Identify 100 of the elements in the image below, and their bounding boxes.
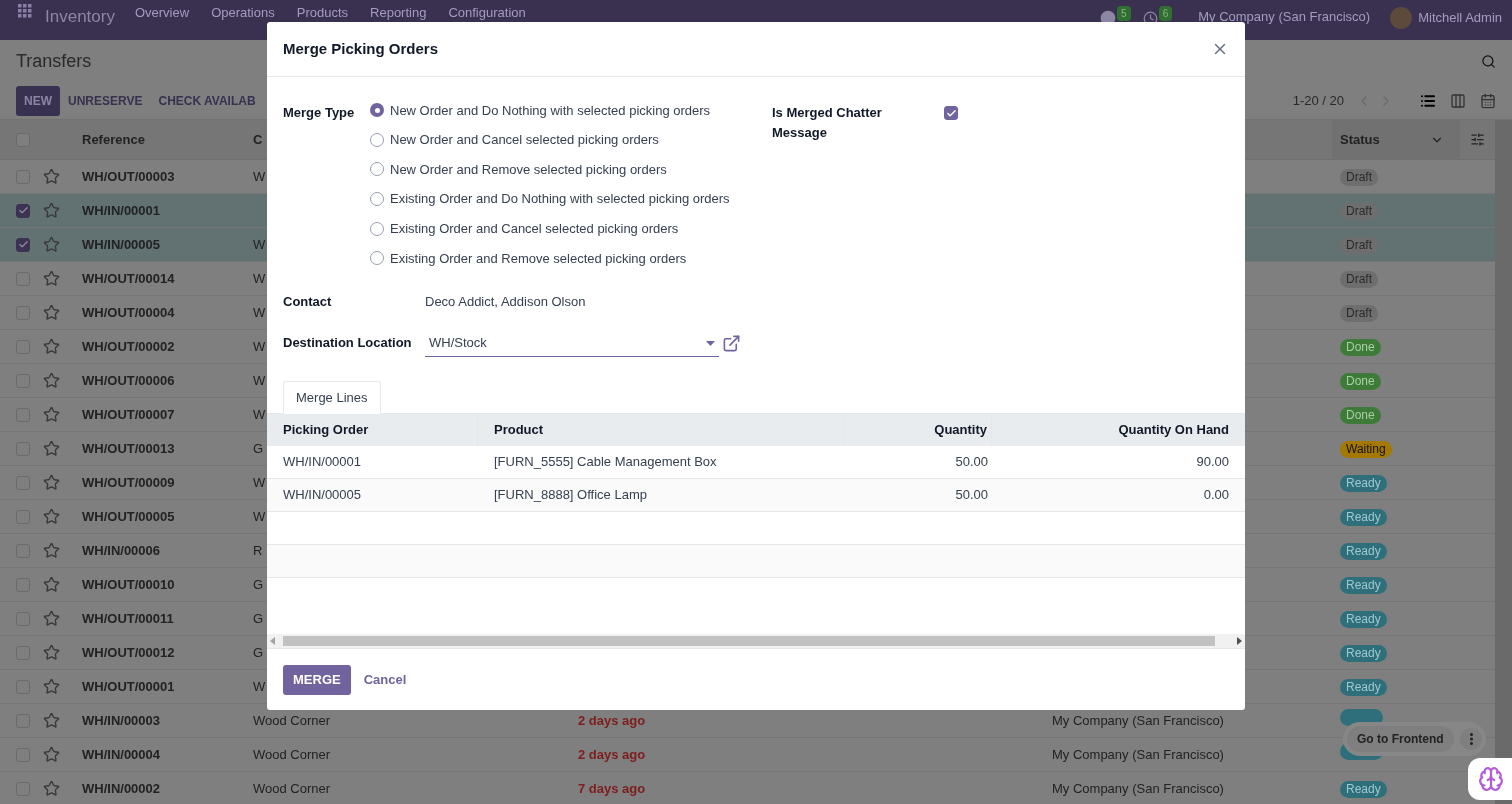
kanban-view-icon[interactable] (1450, 93, 1466, 109)
radio-label[interactable]: New Order and Remove selected picking orders (390, 159, 667, 180)
app-name[interactable]: Inventory (45, 4, 115, 30)
horizontal-scrollbar[interactable] (267, 634, 1245, 648)
table-cell: W (253, 678, 266, 694)
star-icon[interactable] (43, 644, 60, 661)
status-badge: Draft (1340, 270, 1378, 288)
star-icon[interactable] (43, 202, 60, 219)
table-cell-text: WH/OUT/00011 (81, 609, 175, 628)
table-cell: W (253, 236, 266, 252)
go-to-frontend-button[interactable]: Go to Frontend (1347, 726, 1454, 752)
table-cell: My Company (San Francisco) (1052, 780, 1224, 796)
assistant-tooltip[interactable] (1468, 758, 1512, 800)
table-cell-text: WH/OUT/00014 (81, 269, 176, 288)
pager: 1-20 / 20 (1292, 92, 1344, 111)
radio-button[interactable] (370, 103, 384, 118)
table-cell-text: WH/IN/00002 (81, 779, 162, 798)
action-button[interactable]: CHECK AVAILAB (150, 86, 264, 116)
scroll-right-icon[interactable] (1237, 637, 1242, 645)
star-icon[interactable] (43, 440, 60, 457)
field-label: Merge Type (283, 104, 356, 122)
column-header[interactable]: Reference (70, 129, 245, 150)
checkbox[interactable] (944, 106, 958, 120)
count-badge: 5 (1117, 5, 1131, 21)
table-cell-text: WH/OUT/00012 (81, 643, 176, 662)
settings-icon[interactable] (1470, 132, 1485, 147)
external-link-icon[interactable] (722, 333, 741, 353)
table-cell: G (253, 644, 264, 660)
star-icon[interactable] (43, 270, 60, 287)
search-icon[interactable] (1481, 54, 1496, 69)
star-icon[interactable] (43, 338, 60, 355)
check-icon (17, 239, 29, 250)
field-label: Destination Location (283, 334, 413, 353)
star-icon[interactable] (43, 542, 60, 559)
radio-label[interactable]: New Order and Cancel selected picking orders (390, 130, 659, 150)
table-cell-text: WH/OUT/00013 (81, 439, 176, 458)
radio-label[interactable]: Existing Order and Remove selected picking orders (390, 248, 687, 268)
checkbox[interactable] (16, 237, 30, 252)
star-icon[interactable] (43, 712, 60, 729)
scroll-left-icon[interactable] (270, 637, 275, 645)
user-name[interactable]: Mitchell Admin (1418, 8, 1502, 28)
table-cell: 2 days ago (578, 712, 646, 728)
table-cell: 0.00 (992, 479, 1245, 513)
more-button[interactable] (1460, 728, 1482, 750)
radio-label[interactable]: New Order and Do Nothing with selected picking orders (390, 100, 711, 121)
column-header[interactable]: Picking Order (267, 414, 478, 447)
column-header[interactable]: Product (478, 414, 845, 447)
status-badge: Done (1340, 338, 1381, 356)
menu-item[interactable]: Overview (134, 5, 190, 20)
star-icon[interactable] (43, 576, 60, 593)
apps-grid-icon[interactable] (18, 4, 32, 18)
column-header[interactable]: Quantity (845, 414, 992, 447)
table-cell: 7 days ago (578, 780, 646, 796)
list-view-icon[interactable] (1420, 93, 1436, 109)
status-badge: Ready (1340, 780, 1387, 798)
cancel-link[interactable]: Cancel (355, 664, 415, 695)
action-button[interactable]: NEW (16, 86, 60, 116)
table-cell: My Company (San Francisco) (1052, 712, 1224, 728)
star-icon[interactable] (43, 746, 60, 763)
radio-label[interactable]: Existing Order and Do Nothing with selected picking orders (390, 189, 730, 209)
star-icon[interactable] (43, 372, 60, 389)
scrollbar[interactable] (1495, 120, 1512, 804)
star-icon[interactable] (43, 168, 60, 185)
status-badge: Draft (1340, 304, 1378, 322)
table-cell: 50.00 (845, 479, 992, 513)
menu-item[interactable]: Products (296, 5, 349, 20)
table-cell-text: WH/OUT/00010 (81, 575, 176, 594)
star-icon[interactable] (43, 236, 60, 253)
tab[interactable]: Merge Lines (283, 381, 381, 415)
star-icon[interactable] (43, 678, 60, 695)
table-cell-text: WH/OUT/00004 (81, 303, 176, 322)
table-cell-text: WH/IN/00001 (81, 201, 162, 220)
menu-item[interactable]: Reporting (370, 5, 427, 20)
star-icon[interactable] (43, 474, 60, 491)
dropdown-caret-icon[interactable] (706, 340, 715, 346)
status-badge: Ready (1340, 474, 1387, 492)
merge-button[interactable]: MERGE (283, 664, 351, 695)
star-icon[interactable] (43, 610, 60, 627)
status-badge: Ready (1340, 644, 1387, 662)
star-icon[interactable] (43, 508, 60, 525)
star-icon[interactable] (43, 780, 60, 797)
status-badge: Ready (1340, 678, 1387, 696)
menu-item[interactable]: Configuration (448, 5, 526, 20)
field-label: Is Merged Chatter Message (772, 104, 883, 142)
status-badge: Ready (1340, 610, 1387, 628)
menu-item[interactable]: Operations (211, 5, 275, 20)
table-cell: My Company (San Francisco) (1052, 746, 1224, 762)
status-badge: Waiting (1340, 440, 1392, 458)
action-button[interactable]: UNRESERVE (60, 86, 151, 116)
table-cell: [FURN_8888] Office Lamp (478, 479, 845, 513)
column-header[interactable]: Quantity On Hand (992, 414, 1245, 447)
table-cell: W (253, 304, 266, 320)
calendar-view-icon[interactable] (1480, 93, 1496, 109)
checkbox[interactable] (16, 203, 30, 218)
star-icon[interactable] (43, 406, 60, 423)
radio-label[interactable]: Existing Order and Cancel selected picking orders (390, 218, 679, 239)
location-field[interactable]: WH/Stock (425, 329, 719, 358)
table-cell: W (253, 168, 266, 184)
star-icon[interactable] (43, 304, 60, 321)
column-header[interactable]: Status (1332, 120, 1460, 159)
